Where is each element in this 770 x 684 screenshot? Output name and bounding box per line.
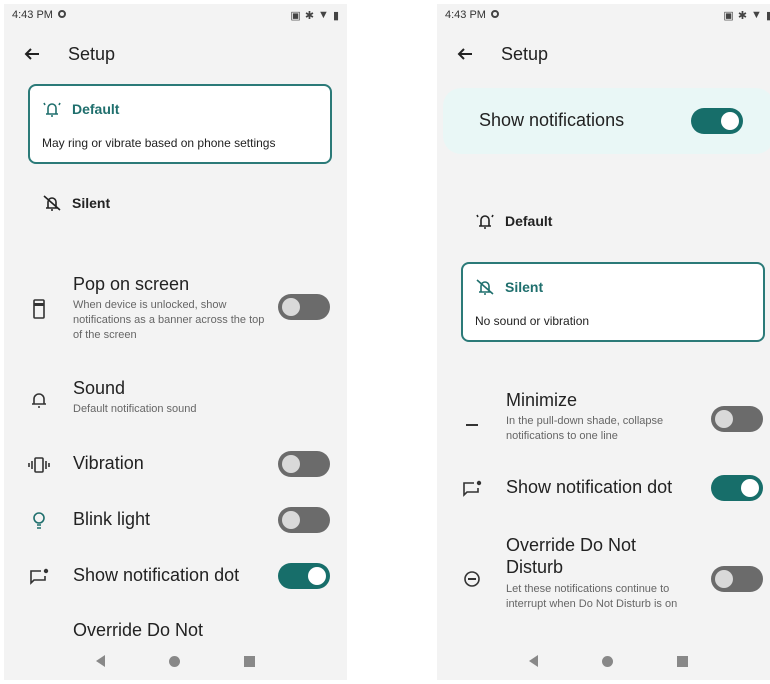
do-not-disturb-icon [461,568,483,590]
default-label: Default [72,101,120,117]
pref-vibration[interactable]: Vibration [4,446,347,486]
pref-title: Override Do Not [73,620,204,640]
notification-dot-toggle[interactable] [711,475,763,501]
vibration-icon [28,454,50,476]
blink-light-toggle[interactable] [278,507,330,533]
bell-off-icon [43,195,61,211]
status-bar: 4:43 PM ▣ ✱ ▼ ▮ [437,4,770,26]
phone-screen-left: 4:43 PM ▣ ✱ ▼ ▮ Setup Default May ring o… [4,4,347,680]
pref-blink-light[interactable]: Blink light [4,502,347,542]
nav-home-icon[interactable] [602,655,613,667]
pref-sound[interactable]: Sound Default notification sound [4,376,347,426]
wifi-icon: ▼ [751,9,762,21]
back-button[interactable] [451,40,479,68]
minus-icon [461,414,483,436]
status-time: 4:43 PM [12,9,53,21]
notification-dot-icon [28,566,50,588]
lightbulb-icon [28,510,50,532]
battery-icon: ▮ [332,9,339,22]
pref-title: Minimize [506,390,578,410]
silent-option-card[interactable]: Silent No sound or vibration [461,262,765,342]
page-title: Setup [68,43,116,64]
silent-label: Silent [72,195,111,211]
nav-recents-icon[interactable] [244,655,255,667]
pref-minimize[interactable]: Minimize In the pull-down shade, collaps… [437,388,770,448]
default-option-card[interactable]: Default May ring or vibrate based on pho… [28,84,332,164]
pref-pop-on-screen[interactable]: Pop on screen When device is unlocked, s… [4,272,347,352]
override-dnd-toggle[interactable] [711,566,763,592]
nav-back-icon[interactable] [529,655,538,667]
status-bar: 4:43 PM ▣ ✱ ▼ ▮ [4,4,347,26]
show-notifications-toggle[interactable] [691,108,743,134]
pref-summary: Let these notifications continue to inte… [506,583,678,610]
default-label: Default [505,213,553,229]
notification-dot-toggle[interactable] [278,563,330,589]
pref-notification-dot[interactable]: Show notification dot [4,558,347,598]
silent-option[interactable]: Silent [42,194,110,212]
bluetooth-icon: ✱ [304,9,315,22]
pref-override-dnd[interactable]: Override Do Not Disturb Let these notifi… [437,532,770,632]
vibration-toggle[interactable] [278,451,330,477]
cast-icon: ▣ [290,9,301,22]
pref-title: Blink light [73,509,151,529]
pref-notification-dot[interactable]: Show notification dot [437,470,770,510]
pref-title: Show notification dot [506,477,673,497]
back-button[interactable] [18,40,46,68]
pref-title: Vibration [73,453,144,473]
navigation-bar [4,642,347,680]
bell-ring-icon [43,102,61,117]
arrow-left-icon [457,48,472,60]
nav-recents-icon[interactable] [677,655,688,667]
status-time: 4:43 PM [445,9,486,21]
silent-description: No sound or vibration [475,314,590,328]
silent-label: Silent [505,279,544,295]
pref-summary: When device is unlocked, show notificati… [73,299,265,341]
page-title: Setup [501,43,549,64]
pref-summary: In the pull-down shade, collapse notific… [506,415,664,442]
show-notifications-label: Show notifications [479,110,625,130]
show-notifications-row[interactable]: Show notifications [443,88,770,154]
nav-home-icon[interactable] [169,655,180,667]
wifi-icon: ▼ [318,9,329,21]
minimize-toggle[interactable] [711,406,763,432]
pref-title: Sound [73,378,126,398]
gear-icon [57,9,67,22]
bell-off-icon [476,279,494,295]
battery-icon: ▮ [765,9,770,22]
pref-title: Show notification dot [73,565,240,585]
pref-title: Override Do Not Disturb [506,535,637,577]
bluetooth-icon: ✱ [737,9,748,22]
app-bar: Setup [437,32,770,76]
app-bar: Setup [4,32,347,76]
nav-back-icon[interactable] [96,655,105,667]
phone-screen-right: 4:43 PM ▣ ✱ ▼ ▮ Setup Show notifications… [437,4,770,680]
bell-ring-icon [476,214,494,229]
default-description: May ring or vibrate based on phone setti… [42,136,276,150]
pop-on-screen-toggle[interactable] [278,294,330,320]
gear-icon [490,9,500,22]
notification-dot-icon [461,478,483,500]
navigation-bar [437,642,770,680]
pref-title: Pop on screen [73,274,190,294]
bell-icon [28,389,50,411]
arrow-left-icon [24,48,39,60]
cast-icon: ▣ [723,9,734,22]
phone-icon [28,298,50,320]
pref-summary: Default notification sound [73,403,197,415]
default-option[interactable]: Default [475,212,552,230]
